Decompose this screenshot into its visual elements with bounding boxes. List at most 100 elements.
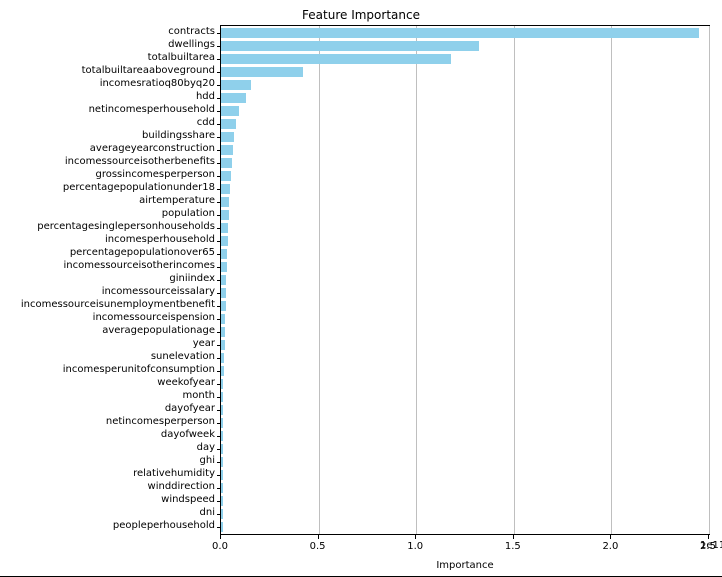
x-tick-mark (708, 535, 709, 539)
bar-slot (221, 339, 225, 352)
y-tick-label: giniindex (0, 274, 215, 284)
y-tick-label: incomessourceispension (0, 313, 215, 323)
bar-slot (221, 78, 251, 91)
x-tick-label: 0.5 (298, 541, 338, 552)
bar (221, 470, 223, 480)
bar-slot (221, 300, 226, 313)
bar-slot (221, 156, 232, 169)
y-tick-label: grossincomesperperson (0, 170, 215, 180)
y-tick-label: relativehumidity (0, 469, 215, 479)
bar (221, 457, 223, 467)
y-tick-label: month (0, 391, 215, 401)
bar-slot (221, 417, 223, 430)
bar (221, 353, 224, 363)
y-tick-label: totalbuiltareaaboveground (0, 66, 215, 76)
bar-slot (221, 404, 223, 417)
y-tick-label: incomesperhousehold (0, 235, 215, 245)
bar-slot (221, 208, 229, 221)
gridline (709, 26, 710, 534)
bar-slot (221, 482, 223, 495)
bar-slot (221, 260, 227, 273)
bar (221, 327, 225, 337)
bar (221, 106, 239, 116)
bar (221, 288, 226, 298)
bar (221, 405, 223, 415)
bar (221, 41, 479, 51)
chart-title: Feature Importance (0, 8, 722, 22)
bar-slot (221, 443, 223, 456)
y-tick-label: winddirection (0, 482, 215, 492)
bar (221, 249, 227, 259)
bar (221, 210, 229, 220)
y-tick-label: netincomesperperson (0, 417, 215, 427)
y-tick-label: incomesratioq80byq20 (0, 79, 215, 89)
x-tick-label: 2.0 (590, 541, 630, 552)
y-tick-label: dwellings (0, 40, 215, 50)
bar (221, 223, 228, 233)
bar (221, 93, 246, 103)
figure: Feature Importance contractsdwellingstot… (0, 0, 722, 577)
bar (221, 119, 236, 129)
bar-slot (221, 273, 226, 286)
bar (221, 67, 303, 77)
bar (221, 392, 223, 402)
bar (221, 262, 227, 272)
bar-slot (221, 143, 233, 156)
y-tick-label: incomessourceisunemploymentbenefit (0, 300, 215, 310)
bar-slot (221, 508, 223, 521)
y-tick-label: dayofyear (0, 404, 215, 414)
x-axis-label: Importance (220, 560, 710, 571)
y-tick-label: incomessourceisotherbenefits (0, 157, 215, 167)
bar-slot (221, 182, 230, 195)
y-tick-label: buildingsshare (0, 131, 215, 141)
y-tick-label: dayofweek (0, 430, 215, 440)
bar (221, 379, 223, 389)
y-tick-label: incomessourceisotherincomes (0, 261, 215, 271)
bar-slot (221, 104, 239, 117)
x-tick-mark (220, 535, 221, 539)
y-tick-label: hdd (0, 92, 215, 102)
y-tick-label: sunelevation (0, 352, 215, 362)
bar-slot (221, 365, 224, 378)
bar (221, 28, 699, 38)
y-tick-label: cdd (0, 118, 215, 128)
bar (221, 54, 451, 64)
bar-slot (221, 313, 225, 326)
y-tick-label: population (0, 209, 215, 219)
y-tick-label: percentagesinglepersonhouseholds (0, 222, 215, 232)
bar (221, 236, 228, 246)
bar (221, 522, 223, 532)
bar-slot (221, 495, 223, 508)
bar-slot (221, 456, 223, 469)
bar (221, 145, 233, 155)
bar-slot (221, 65, 303, 78)
bar-slot (221, 91, 246, 104)
x-tick-mark (415, 535, 416, 539)
y-tick-label: averageyearconstruction (0, 144, 215, 154)
bar-slot (221, 117, 236, 130)
y-tick-label: airtemperature (0, 196, 215, 206)
bar (221, 314, 225, 324)
bar (221, 80, 251, 90)
bar-slot (221, 391, 223, 404)
x-tick-label: 0.0 (200, 541, 240, 552)
y-tick-label: ghi (0, 456, 215, 466)
y-tick-label: windspeed (0, 495, 215, 505)
x-tick-mark (610, 535, 611, 539)
x-axis-offset-text: 1e11 (700, 540, 722, 551)
bar (221, 301, 226, 311)
y-tick-label: percentagepopulationunder18 (0, 183, 215, 193)
bar (221, 444, 223, 454)
y-tick-label: averagepopulationage (0, 326, 215, 336)
y-tick-label: year (0, 339, 215, 349)
x-tick-label: 1.5 (493, 541, 533, 552)
bar-slot (221, 195, 229, 208)
y-tick-label: weekofyear (0, 378, 215, 388)
bar-slot (221, 378, 223, 391)
bar (221, 431, 223, 441)
bar-slot (221, 469, 223, 482)
bar (221, 483, 223, 493)
bar-slot (221, 287, 226, 300)
x-tick-mark (318, 535, 319, 539)
y-axis-labels: contractsdwellingstotalbuiltareatotalbui… (0, 25, 215, 535)
